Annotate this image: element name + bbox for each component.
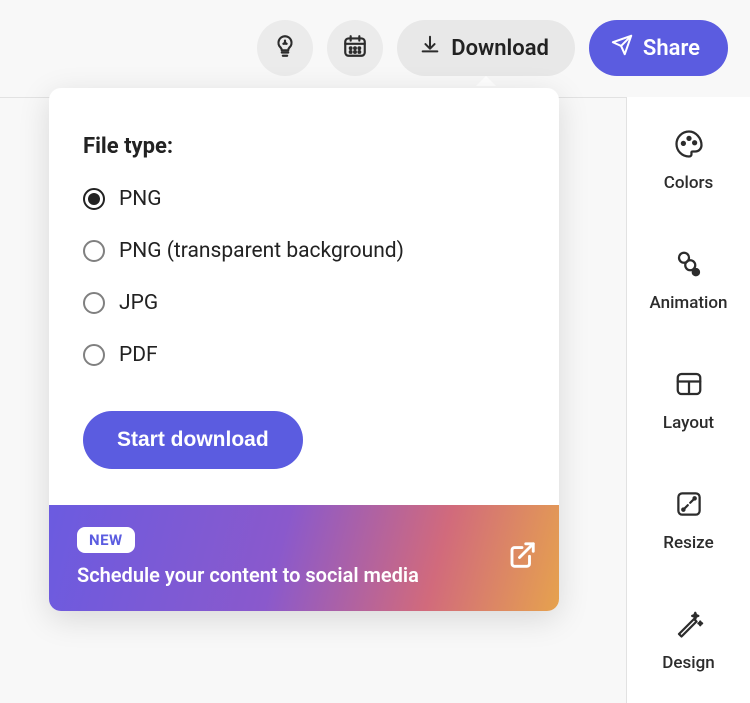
side-panel: Colors Animation Layout Resize Design <box>626 97 750 703</box>
radio-jpg[interactable]: JPG <box>83 291 527 315</box>
new-badge: NEW <box>77 527 135 553</box>
side-layout[interactable]: Layout <box>627 333 750 453</box>
share-label: Share <box>643 36 700 61</box>
send-icon <box>611 34 633 62</box>
palette-icon <box>674 129 704 163</box>
download-button[interactable]: Download <box>397 20 575 76</box>
download-popover: File type: PNG PNG (transparent backgrou… <box>49 88 559 611</box>
download-label: Download <box>451 36 549 61</box>
radio-label: PDF <box>119 343 158 367</box>
start-download-button[interactable]: Start download <box>83 411 303 469</box>
file-type-title: File type: <box>83 134 527 159</box>
radio-pdf[interactable]: PDF <box>83 343 527 367</box>
side-label: Design <box>662 653 714 673</box>
radio-png-transparent[interactable]: PNG (transparent background) <box>83 239 527 263</box>
radio-indicator <box>83 240 105 262</box>
side-resize[interactable]: Resize <box>627 453 750 573</box>
file-type-radio-group: PNG PNG (transparent background) JPG PDF <box>83 187 527 367</box>
radio-label: JPG <box>119 291 158 315</box>
download-icon <box>419 34 441 62</box>
radio-indicator <box>83 292 105 314</box>
animation-icon <box>674 249 704 283</box>
side-animation[interactable]: Animation <box>627 213 750 333</box>
start-download-label: Start download <box>117 428 269 452</box>
calendar-icon <box>342 33 368 63</box>
radio-label: PNG (transparent background) <box>119 239 404 263</box>
radio-png[interactable]: PNG <box>83 187 527 211</box>
lightbulb-icon <box>272 33 298 63</box>
radio-label: PNG <box>119 187 162 211</box>
layout-icon <box>674 369 704 403</box>
top-toolbar: Download Share <box>257 20 728 76</box>
side-label: Layout <box>663 413 714 433</box>
schedule-button[interactable] <box>327 20 383 76</box>
schedule-banner[interactable]: NEW Schedule your content to social medi… <box>49 505 559 611</box>
external-link-icon <box>507 540 537 574</box>
side-design[interactable]: Design <box>627 573 750 693</box>
banner-text: Schedule your content to social media <box>77 563 419 587</box>
side-colors[interactable]: Colors <box>627 97 750 213</box>
side-label: Animation <box>650 293 728 313</box>
resize-icon <box>674 489 704 523</box>
share-button[interactable]: Share <box>589 20 728 76</box>
ideas-button[interactable] <box>257 20 313 76</box>
magic-wand-icon <box>674 609 704 643</box>
side-label: Colors <box>664 173 713 193</box>
side-label: Resize <box>663 533 713 553</box>
radio-indicator <box>83 188 105 210</box>
radio-indicator <box>83 344 105 366</box>
